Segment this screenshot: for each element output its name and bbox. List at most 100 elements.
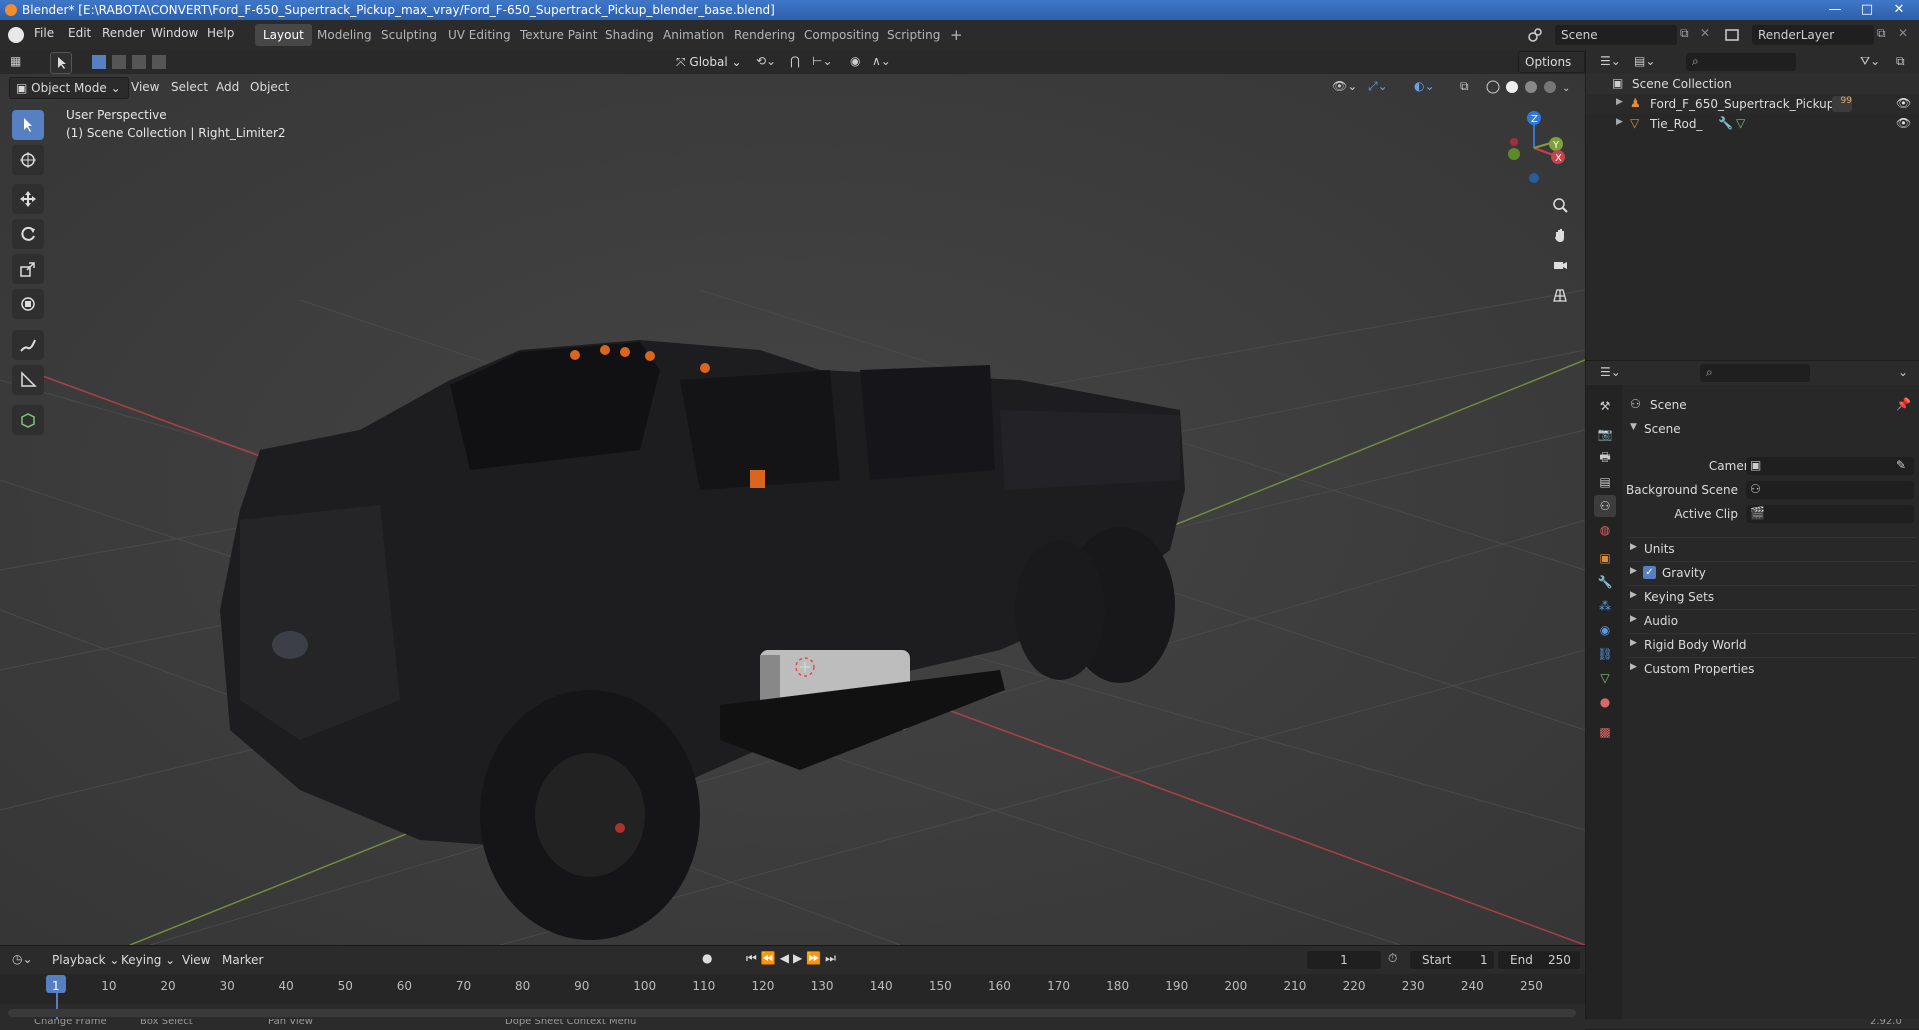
start-frame-field[interactable]: Start 1: [1410, 951, 1494, 969]
gravity-checkbox[interactable]: ✓: [1643, 566, 1656, 579]
transform-orientation-dropdown[interactable]: ⤧ Global ⌄: [670, 52, 748, 72]
view-layer-tab-icon[interactable]: ▤: [1594, 471, 1616, 493]
options-dropdown[interactable]: Options ⌄: [1518, 51, 1585, 89]
gizmo-toggle-icon[interactable]: ⤢⌄: [1368, 79, 1388, 94]
texture-tab-icon[interactable]: ▩: [1594, 721, 1616, 743]
snap-magnet-icon[interactable]: ⋂: [790, 54, 800, 68]
record-keyframe-icon[interactable]: ●: [702, 951, 712, 965]
transform-tool[interactable]: [12, 289, 44, 319]
rotate-tool[interactable]: [12, 219, 44, 249]
scale-tool[interactable]: [12, 254, 44, 284]
eyedropper-icon[interactable]: ✎: [1896, 458, 1906, 472]
world-tab-icon[interactable]: ◍: [1594, 519, 1616, 541]
new-renderlayer-icon[interactable]: ⧉: [1877, 26, 1886, 41]
tab-scripting[interactable]: Scripting: [879, 24, 948, 46]
tab-rendering[interactable]: Rendering: [726, 24, 803, 46]
visibility-eye-icon[interactable]: 👁: [1896, 116, 1911, 130]
pin-icon[interactable]: 📌: [1896, 397, 1911, 411]
tab-layout[interactable]: Layout: [255, 24, 312, 46]
particles-tab-icon[interactable]: ⁂: [1594, 595, 1616, 617]
properties-search-input[interactable]: ⌕: [1700, 364, 1810, 382]
timeline-menu-marker[interactable]: Marker: [216, 950, 269, 970]
navigation-gizmo[interactable]: Z Y X: [1488, 108, 1568, 188]
pivot-point-icon[interactable]: ⟲⌄: [756, 54, 776, 68]
add-workspace-button[interactable]: +: [942, 24, 971, 46]
timeline-menu-view[interactable]: View: [176, 950, 216, 970]
scene-panel-header[interactable]: ▼ Scene: [1626, 419, 1916, 441]
viewport-menu-select[interactable]: Select: [165, 77, 214, 97]
constraints-tab-icon[interactable]: ⛓: [1594, 643, 1616, 665]
timeline-menu-keying[interactable]: Keying ⌄: [115, 950, 181, 970]
subpanel-audio[interactable]: ▶ Audio: [1626, 609, 1916, 632]
renderlayer-selector[interactable]: RenderLayer: [1752, 25, 1874, 45]
new-scene-icon[interactable]: ⧉: [1680, 26, 1689, 41]
subpanel-keying-sets[interactable]: ▶ Keying Sets: [1626, 585, 1916, 608]
timeline-scrollbar[interactable]: [8, 1009, 1576, 1017]
zoom-view-icon[interactable]: [1547, 192, 1573, 218]
falloff-icon[interactable]: ∧⌄: [872, 54, 891, 68]
properties-editor-type-icon[interactable]: ☰⌄: [1600, 365, 1621, 379]
background-scene-field[interactable]: ⚇: [1746, 481, 1914, 499]
menu-help[interactable]: Help: [207, 26, 234, 40]
xray-toggle-icon[interactable]: ⧉: [1460, 79, 1469, 94]
menu-render[interactable]: Render: [102, 26, 145, 40]
expand-arrow-icon[interactable]: ▶: [1616, 97, 1623, 107]
camera-field[interactable]: ▣ ✎: [1746, 457, 1914, 475]
viewport-menu-view[interactable]: View: [125, 77, 165, 97]
playback-controls[interactable]: ⏮⏪◀▶⏩⏭: [746, 951, 840, 966]
outliner-row-scene-collection[interactable]: ▣ Scene Collection: [1586, 74, 1919, 94]
viewport-menu-object[interactable]: Object: [244, 77, 295, 97]
tab-uv-editing[interactable]: UV Editing: [440, 24, 519, 46]
modifier-badge[interactable]: 99: [1832, 96, 1852, 112]
cursor-tool[interactable]: [12, 145, 44, 175]
shading-mode-buttons[interactable]: ⌄: [1484, 78, 1574, 96]
editor-type-icon[interactable]: ▦: [10, 54, 21, 68]
close-button[interactable]: ✕: [1884, 0, 1914, 20]
overlays-toggle-icon[interactable]: ◐⌄: [1414, 79, 1435, 93]
active-clip-field[interactable]: 🎬: [1746, 505, 1914, 523]
new-collection-icon[interactable]: ⧉: [1896, 54, 1905, 69]
subpanel-gravity[interactable]: ▶ ✓ Gravity: [1626, 561, 1916, 584]
3d-viewport[interactable]: ▦ ⤧ Global ⌄ ⟲⌄ ⋂ ⊢⌄ ◉ ∧⌄ Options ⌄ ▣ Ob…: [0, 50, 1585, 945]
minimize-button[interactable]: —: [1820, 0, 1850, 20]
pan-view-icon[interactable]: [1547, 222, 1573, 248]
outliner-row-tie-rod[interactable]: ▶ ▽ Tie_Rod_ 🔧 ▽ 👁: [1586, 114, 1919, 134]
tab-modeling[interactable]: Modeling: [309, 24, 380, 46]
menu-edit[interactable]: Edit: [68, 26, 91, 40]
current-frame-field[interactable]: 1: [1307, 951, 1381, 969]
camera-view-icon[interactable]: [1547, 252, 1573, 278]
outliner-editor-type-icon[interactable]: ☰⌄: [1600, 54, 1621, 68]
stopwatch-icon[interactable]: ⏱: [1388, 951, 1397, 966]
viewport-menu-add[interactable]: Add: [210, 77, 245, 97]
menu-window[interactable]: Window: [151, 26, 198, 40]
measure-tool[interactable]: [12, 365, 44, 395]
move-tool[interactable]: [12, 184, 44, 214]
selection-mode-buttons[interactable]: [90, 53, 180, 71]
object-mode-dropdown[interactable]: ▣ Object Mode ⌄: [9, 77, 129, 99]
snap-target-icon[interactable]: ⊢⌄: [812, 54, 833, 68]
visibility-eye-icon[interactable]: 👁: [1896, 96, 1911, 110]
delete-renderlayer-icon[interactable]: ✕: [1898, 26, 1908, 40]
tab-texture-paint[interactable]: Texture Paint: [512, 24, 605, 46]
ortho-toggle-icon[interactable]: [1547, 282, 1573, 308]
add-cube-tool[interactable]: [12, 405, 44, 435]
scene-tab-icon[interactable]: ⚇: [1594, 495, 1616, 517]
timeline-editor-type-icon[interactable]: ◷⌄: [12, 952, 33, 966]
physics-tab-icon[interactable]: ◉: [1594, 619, 1616, 641]
output-tab-icon[interactable]: 🖶: [1594, 447, 1616, 469]
delete-scene-icon[interactable]: ✕: [1700, 26, 1710, 40]
blender-menu-icon[interactable]: [8, 27, 24, 43]
visibility-eye-icon[interactable]: 👁⌄: [1332, 79, 1357, 93]
scene-selector[interactable]: Scene: [1555, 25, 1677, 45]
outliner-search-input[interactable]: ⌕: [1686, 53, 1796, 71]
end-frame-field[interactable]: End 250: [1498, 951, 1580, 969]
proportional-edit-icon[interactable]: ◉: [850, 54, 860, 68]
annotate-tool[interactable]: [12, 330, 44, 360]
render-tab-icon[interactable]: 📷: [1594, 423, 1616, 445]
tab-animation[interactable]: Animation: [655, 24, 732, 46]
tab-compositing[interactable]: Compositing: [796, 24, 887, 46]
filter-icon[interactable]: ⛛⌄: [1860, 54, 1880, 69]
menu-file[interactable]: File: [34, 26, 54, 40]
maximize-button[interactable]: □: [1852, 0, 1882, 20]
select-box-tool[interactable]: [12, 110, 44, 140]
